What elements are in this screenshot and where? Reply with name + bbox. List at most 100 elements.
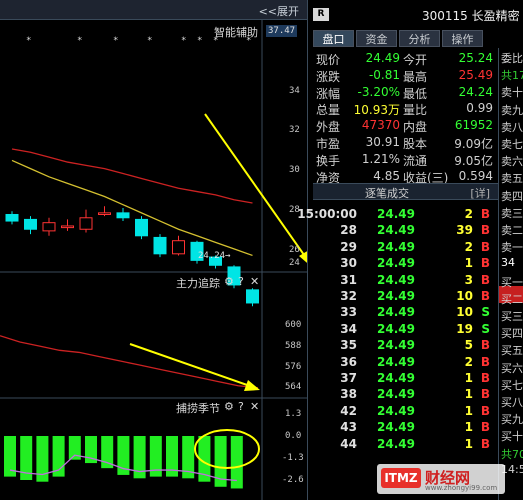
trade-time: 44 bbox=[340, 436, 357, 451]
quote-value: 10.93万 bbox=[353, 103, 400, 118]
price-axis-tick: 30 bbox=[289, 165, 300, 175]
trade-time: 15:00:00 bbox=[297, 207, 357, 221]
quote-value: 24.24 bbox=[458, 84, 493, 99]
tab-analysis[interactable]: 分析 bbox=[399, 30, 440, 47]
orderbook-label: 卖四 bbox=[501, 189, 523, 203]
trade-volume: 1 bbox=[464, 420, 473, 435]
close-icon[interactable]: ✕ bbox=[250, 275, 259, 288]
trade-time: 37 bbox=[340, 371, 357, 385]
quote-label: 最高 bbox=[403, 69, 428, 84]
tab-handicap[interactable]: 盘口 bbox=[313, 30, 354, 47]
quote-label: 换手 bbox=[316, 153, 341, 168]
trade-volume: 3 bbox=[464, 272, 473, 287]
tab-operation[interactable]: 操作 bbox=[442, 30, 483, 47]
trade-side: B bbox=[480, 420, 490, 435]
trade-price: 24.49 bbox=[377, 371, 415, 385]
star-marker: * bbox=[181, 36, 187, 46]
trade-side: B bbox=[480, 387, 490, 402]
trade-price: 24.49 bbox=[377, 387, 415, 402]
orderbook-label: 卖九 bbox=[501, 103, 523, 117]
quote-row: 换手 1.21% 流通 9.05亿 bbox=[313, 151, 498, 168]
quote-label: 量比 bbox=[403, 103, 428, 118]
trade-volume: 1 bbox=[464, 371, 473, 385]
quote-label: 股本 bbox=[403, 137, 428, 151]
orderbook-label: 卖七 bbox=[501, 138, 523, 151]
quote-value: 0.594 bbox=[458, 168, 493, 183]
star-marker: * bbox=[77, 36, 83, 46]
orderbook-label: 买四 bbox=[501, 327, 523, 341]
orderbook-label: 买九 bbox=[501, 413, 523, 427]
candle-body bbox=[24, 218, 37, 230]
r-badge: R bbox=[313, 8, 329, 21]
trade-volume: 1 bbox=[464, 403, 473, 418]
quote-value: 25.24 bbox=[458, 51, 493, 65]
trade-time: 36 bbox=[340, 354, 357, 369]
trade-side: B bbox=[480, 338, 490, 353]
orderbook-label: 买五 bbox=[501, 344, 523, 358]
trade-side: B bbox=[480, 272, 490, 287]
gear-icon[interactable]: ⚙ bbox=[224, 400, 234, 413]
quote-label: 最低 bbox=[403, 86, 428, 101]
trade-volume: 2 bbox=[464, 239, 473, 254]
trade-price: 24.49 bbox=[377, 289, 415, 303]
trade-price: 24.49 bbox=[377, 403, 415, 418]
gear-icon[interactable]: ⚙ bbox=[224, 275, 234, 288]
help-icon[interactable]: ? bbox=[238, 400, 244, 413]
trade-side: B bbox=[480, 223, 490, 238]
trade-time: 29 bbox=[340, 239, 357, 254]
star-marker: * bbox=[197, 36, 203, 46]
tab-funds[interactable]: 资金 bbox=[356, 30, 397, 47]
trade-volume: 10 bbox=[456, 305, 473, 320]
trade-row: 15:00:00 24.49 2 B bbox=[297, 206, 498, 222]
quote-row: 涨幅 -3.20% 最低 24.24 bbox=[313, 84, 498, 101]
star-marker: * bbox=[26, 36, 32, 46]
stock-title: 300115 长盈精密 bbox=[422, 9, 520, 23]
indicator-label: 智能辅助 bbox=[214, 26, 258, 39]
trade-row: 31 24.49 3 B bbox=[313, 272, 498, 288]
stock-header: R 300115 长盈精密 bbox=[308, 0, 523, 28]
trade-price: 24.49 bbox=[377, 223, 415, 238]
trade-row: 43 24.49 1 B bbox=[313, 419, 498, 435]
trade-volume: 5 bbox=[464, 338, 473, 353]
annotation-arrowhead bbox=[244, 380, 260, 391]
trade-time: 32 bbox=[340, 289, 357, 303]
quote-value: 30.91 bbox=[365, 135, 400, 149]
quote-value: 9.05亿 bbox=[454, 153, 493, 168]
help-icon[interactable]: ? bbox=[238, 275, 244, 288]
orderbook-label: 卖八 bbox=[501, 120, 523, 134]
orderbook-label: 卖六 bbox=[501, 155, 523, 169]
star-marker: * bbox=[147, 36, 153, 46]
close-icon[interactable]: ✕ bbox=[250, 400, 259, 413]
trade-price: 24.49 bbox=[377, 239, 415, 254]
trade-row: 44 24.49 1 B bbox=[313, 436, 498, 452]
trade-price: 24.49 bbox=[377, 207, 415, 221]
trades-detail-link[interactable]: [详] bbox=[470, 185, 490, 201]
trade-price: 24.49 bbox=[377, 436, 415, 451]
trade-price: 24.49 bbox=[377, 256, 415, 271]
candle-body bbox=[153, 236, 167, 255]
candle-body bbox=[172, 240, 185, 255]
quote-value: -3.20% bbox=[357, 84, 400, 99]
quote-row: 外盘 47370 内盘 61952 bbox=[313, 117, 498, 134]
chart-canvas bbox=[0, 20, 307, 500]
trade-time: 43 bbox=[340, 420, 357, 435]
trade-side: B bbox=[480, 354, 490, 369]
trade-row: 34 24.49 19 S bbox=[313, 321, 498, 337]
star-marker: * bbox=[113, 36, 119, 46]
watermark-url: www.zhongyi99.com bbox=[425, 484, 498, 492]
trade-volume: 1 bbox=[464, 256, 473, 271]
candle-body bbox=[61, 225, 74, 229]
price-axis-tick: 34 bbox=[289, 86, 300, 96]
trade-side: B bbox=[480, 256, 490, 271]
quote-value: 24.49 bbox=[365, 51, 400, 65]
trade-row: 33 24.49 10 S bbox=[313, 304, 498, 320]
orderbook-label: 卖十 bbox=[501, 86, 523, 100]
p2-axis-tick: 600 bbox=[285, 320, 302, 330]
candle-body bbox=[98, 212, 111, 215]
orderbook-label: 34 bbox=[501, 256, 515, 270]
panel-title-main-force: 主力追踪 bbox=[176, 277, 220, 290]
kline-chart-area[interactable]: <<展开 * * * * * * * * 智能辅助 37.47 34 32 30… bbox=[0, 0, 307, 500]
trade-price: 24.49 bbox=[377, 305, 415, 320]
trade-time: 34 bbox=[340, 321, 357, 336]
quote-label: 涨跌 bbox=[316, 69, 341, 84]
